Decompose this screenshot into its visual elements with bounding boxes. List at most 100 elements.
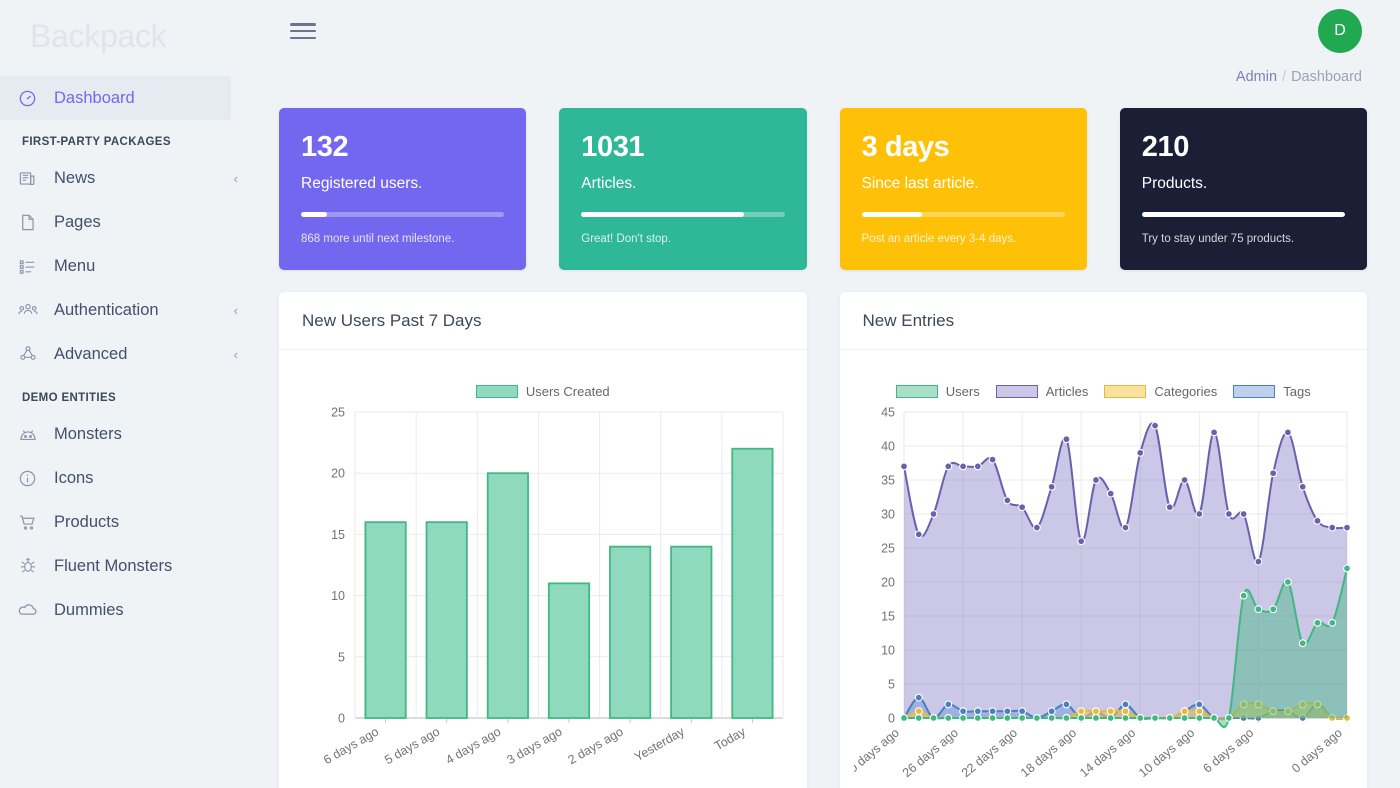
data-point[interactable]: [944, 463, 951, 470]
data-point[interactable]: [1255, 606, 1262, 613]
data-point[interactable]: [1092, 477, 1099, 484]
data-point[interactable]: [930, 511, 937, 518]
sidebar-item-authentication[interactable]: Authentication ‹: [0, 288, 260, 332]
data-point[interactable]: [1299, 640, 1306, 647]
data-point[interactable]: [1092, 715, 1099, 722]
data-point[interactable]: [1181, 477, 1188, 484]
data-point[interactable]: [1314, 517, 1321, 524]
data-point[interactable]: [1328, 619, 1335, 626]
chevron-left-icon[interactable]: ‹: [234, 172, 238, 185]
data-point[interactable]: [1122, 715, 1129, 722]
data-point[interactable]: [989, 708, 996, 715]
data-point[interactable]: [1343, 524, 1350, 531]
bar[interactable]: [488, 473, 528, 718]
data-point[interactable]: [1225, 715, 1232, 722]
brand-logo[interactable]: Backpack: [0, 0, 260, 62]
data-point[interactable]: [915, 715, 922, 722]
data-point[interactable]: [1107, 708, 1114, 715]
data-point[interactable]: [1122, 701, 1129, 708]
data-point[interactable]: [1240, 511, 1247, 518]
data-point[interactable]: [1033, 524, 1040, 531]
data-point[interactable]: [1195, 511, 1202, 518]
stat-card-registered-users[interactable]: 132 Registered users. 868 more until nex…: [279, 108, 526, 270]
data-point[interactable]: [1003, 708, 1010, 715]
data-point[interactable]: [1033, 715, 1040, 722]
bar[interactable]: [549, 583, 589, 718]
data-point[interactable]: [1166, 715, 1173, 722]
stat-card-articles[interactable]: 1031 Articles. Great! Don't stop.: [559, 108, 806, 270]
sidebar-item-dummies[interactable]: Dummies: [0, 588, 260, 632]
data-point[interactable]: [1107, 715, 1114, 722]
data-point[interactable]: [1136, 449, 1143, 456]
data-point[interactable]: [1210, 715, 1217, 722]
data-point[interactable]: [1018, 504, 1025, 511]
data-point[interactable]: [974, 715, 981, 722]
sidebar-item-fluent-monsters[interactable]: Fluent Monsters: [0, 544, 260, 588]
data-point[interactable]: [959, 463, 966, 470]
data-point[interactable]: [959, 715, 966, 722]
legend-entry[interactable]: Tags: [1233, 384, 1310, 399]
data-point[interactable]: [989, 456, 996, 463]
data-point[interactable]: [1299, 483, 1306, 490]
bar[interactable]: [732, 449, 772, 718]
data-point[interactable]: [915, 531, 922, 538]
data-point[interactable]: [1151, 422, 1158, 429]
data-point[interactable]: [1048, 483, 1055, 490]
chevron-left-icon[interactable]: ‹: [234, 304, 238, 317]
data-point[interactable]: [1195, 715, 1202, 722]
bar[interactable]: [427, 522, 467, 718]
data-point[interactable]: [915, 708, 922, 715]
data-point[interactable]: [1122, 708, 1129, 715]
data-point[interactable]: [1122, 524, 1129, 531]
stat-card-products[interactable]: 210 Products. Try to stay under 75 produ…: [1120, 108, 1367, 270]
data-point[interactable]: [1269, 606, 1276, 613]
bar[interactable]: [610, 547, 650, 718]
legend-entry[interactable]: Categories: [1104, 384, 1217, 399]
data-point[interactable]: [1314, 619, 1321, 626]
hamburger-icon[interactable]: [290, 20, 320, 42]
data-point[interactable]: [1063, 715, 1070, 722]
data-point[interactable]: [900, 715, 907, 722]
sidebar-item-icons[interactable]: Icons: [0, 456, 260, 500]
data-point[interactable]: [915, 694, 922, 701]
data-point[interactable]: [1107, 490, 1114, 497]
data-point[interactable]: [1195, 701, 1202, 708]
data-point[interactable]: [1077, 715, 1084, 722]
data-point[interactable]: [1181, 708, 1188, 715]
data-point[interactable]: [1136, 715, 1143, 722]
sidebar-item-pages[interactable]: Pages: [0, 200, 260, 244]
data-point[interactable]: [1063, 436, 1070, 443]
avatar[interactable]: D: [1318, 9, 1362, 53]
data-point[interactable]: [959, 708, 966, 715]
data-point[interactable]: [1077, 538, 1084, 545]
legend-entry[interactable]: Users: [896, 384, 980, 399]
data-point[interactable]: [1269, 470, 1276, 477]
data-point[interactable]: [1018, 708, 1025, 715]
data-point[interactable]: [1003, 497, 1010, 504]
data-point[interactable]: [1210, 429, 1217, 436]
data-point[interactable]: [900, 463, 907, 470]
bar[interactable]: [671, 547, 711, 718]
legend-entry[interactable]: Articles: [996, 384, 1089, 399]
data-point[interactable]: [989, 715, 996, 722]
data-point[interactable]: [1092, 708, 1099, 715]
data-point[interactable]: [1255, 558, 1262, 565]
data-point[interactable]: [1151, 715, 1158, 722]
sidebar-item-news[interactable]: News ‹: [0, 156, 260, 200]
data-point[interactable]: [1063, 701, 1070, 708]
data-point[interactable]: [1195, 708, 1202, 715]
legend-entry[interactable]: Users Created: [476, 384, 610, 399]
data-point[interactable]: [1225, 511, 1232, 518]
sidebar-item-menu[interactable]: Menu: [0, 244, 260, 288]
data-point[interactable]: [1181, 715, 1188, 722]
data-point[interactable]: [944, 701, 951, 708]
data-point[interactable]: [1003, 715, 1010, 722]
bar-chart-plot[interactable]: 05101520256 days ago5 days ago4 days ago…: [293, 404, 793, 788]
data-point[interactable]: [1284, 579, 1291, 586]
sidebar-item-advanced[interactable]: Advanced ‹: [0, 332, 260, 376]
data-point[interactable]: [944, 715, 951, 722]
data-point[interactable]: [1284, 429, 1291, 436]
stat-card-since-last-article[interactable]: 3 days Since last article. Post an artic…: [840, 108, 1087, 270]
data-point[interactable]: [1048, 708, 1055, 715]
data-point[interactable]: [1166, 504, 1173, 511]
